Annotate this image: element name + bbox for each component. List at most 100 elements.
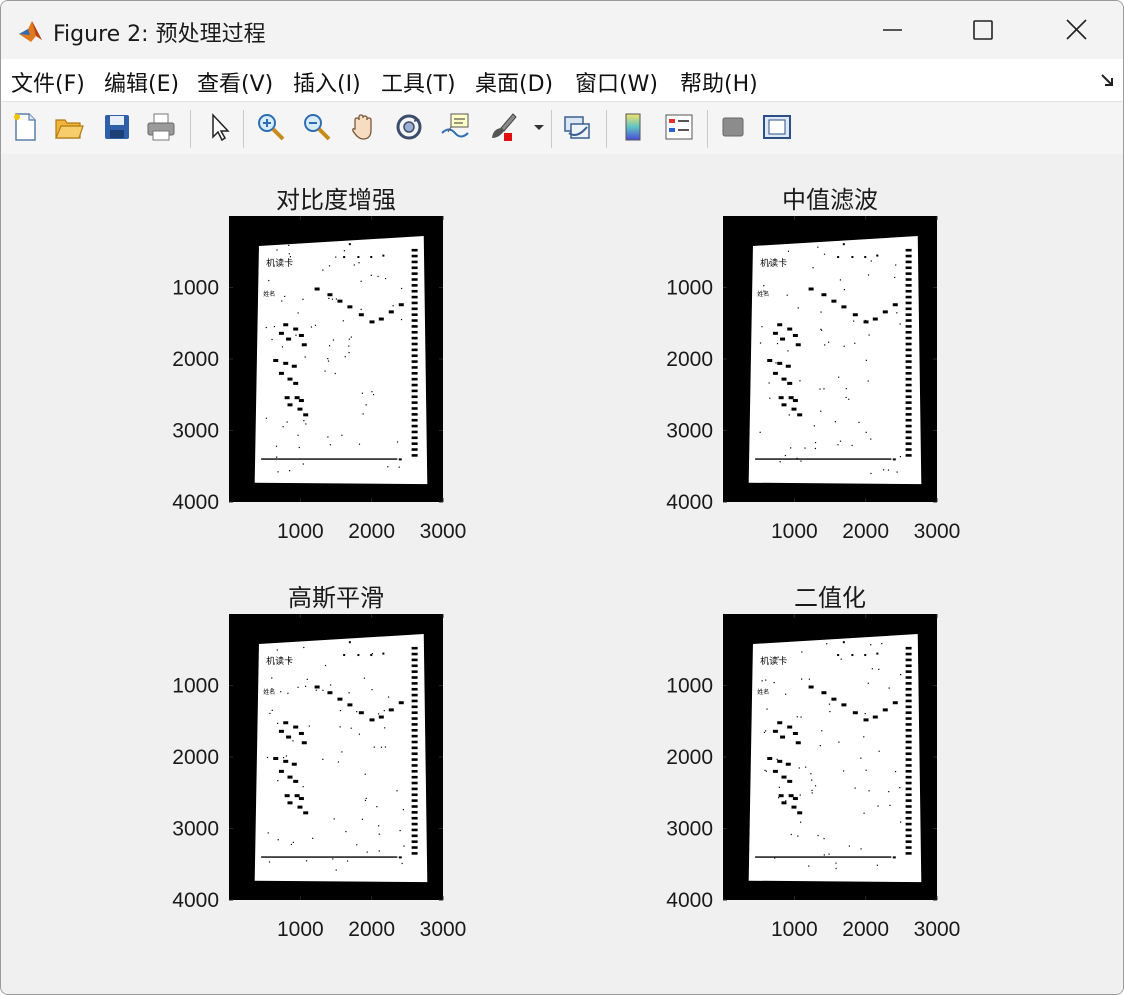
data-cursor-icon [441,113,469,138]
header-mark [343,654,346,657]
timing-mark [411,284,418,287]
zoom-out-button[interactable] [299,108,335,146]
noise-dot [800,460,802,462]
noise-dot [840,658,842,660]
noise-dot [373,746,375,748]
open-file-button[interactable] [51,108,87,146]
y-tick-label: 2000 [172,348,219,371]
header-mark [357,654,360,657]
menu-edit[interactable]: 编辑(E) [104,66,179,98]
answer-mark [852,711,858,715]
subplot-median-filter[interactable]: 中值滤波 机读卡 姓名 1000 2000 3000 4000 1000 2000 3000 [495,154,1055,564]
answer-mark [347,305,353,309]
noise-dot [271,709,273,711]
timing-mark [905,354,912,358]
pan-button[interactable] [345,108,381,146]
insert-legend-button[interactable] [661,108,697,146]
noise-dot [854,342,856,344]
answer-mark [327,691,333,695]
noise-dot [297,686,299,688]
maximize-button[interactable] [937,1,1029,59]
noise-dot [776,758,778,760]
edit-plot-button[interactable] [201,108,237,146]
rule-dot [892,458,896,461]
noise-dot [265,326,267,329]
noise-dot [332,339,335,341]
noise-dot [829,710,831,713]
answer-mark [787,381,793,385]
open-file-icon [55,119,84,139]
timing-mark [905,278,912,281]
noise-dot [826,643,828,645]
show-plot-tools-button[interactable] [759,108,795,146]
hide-plot-tools-button[interactable] [715,108,751,146]
noise-dot [868,790,870,792]
noise-dot [365,404,367,406]
insert-colorbar-button[interactable] [615,108,651,146]
rotate-3d-button[interactable] [391,108,427,146]
print-button[interactable] [143,108,179,146]
new-figure-button[interactable] [7,108,43,146]
x-tick-label: 2000 [348,520,395,543]
menu-insert[interactable]: 插入(I) [293,66,361,98]
menu-window[interactable]: 窗口(W) [575,66,658,98]
noise-dot [398,466,400,468]
noise-dot [276,649,278,651]
timing-mark [905,746,912,750]
noise-dot [896,471,898,473]
minimize-button[interactable] [847,1,939,59]
menu-tools[interactable]: 工具(T) [381,66,456,98]
answer-mark [841,703,847,707]
header-mark [842,641,845,644]
zoom-in-icon [258,114,285,141]
link-plot-button[interactable] [559,108,595,146]
save-button[interactable] [99,108,135,146]
pan-hand-icon [352,114,372,140]
noise-dot [378,825,380,827]
noise-dot [788,414,790,416]
noise-dot [360,280,362,282]
title-bar[interactable]: Figure 2: 预处理过程 [1,1,1123,59]
noise-dot [800,716,802,718]
noise-dot [851,444,853,447]
timing-mark [411,442,418,445]
noise-dot [899,674,902,676]
noise-dot [843,770,845,772]
menu-help[interactable]: 帮助(H) [680,66,758,98]
noise-dot [366,851,368,853]
noise-dot [335,869,337,871]
noise-dot [271,677,273,679]
menu-view[interactable]: 查看(V) [197,66,273,98]
answer-mark [293,327,299,331]
answer-mark [792,797,798,801]
timing-mark [411,652,418,656]
noise-dot [796,457,798,459]
answer-mark [293,725,299,729]
timing-mark [411,260,418,264]
noise-dot [341,434,343,436]
menu-file[interactable]: 文件(F) [11,66,85,98]
subplot-contrast-enhancement[interactable]: 对比度增强 机读卡 姓名 1000 2000 3000 4000 1000 2000 3000 [1,154,561,564]
brush-button[interactable] [485,108,521,146]
noise-dot [785,800,787,802]
dock-arrow-icon[interactable] [1097,69,1119,91]
answer-mark [278,729,284,733]
close-button[interactable] [1031,1,1123,59]
data-cursor-button[interactable] [437,108,473,146]
menu-desktop[interactable]: 桌面(D) [475,66,553,98]
answer-mark [298,731,304,735]
zoom-in-button[interactable] [253,108,289,146]
noise-dot [817,246,819,248]
timing-mark [905,646,912,650]
answer-mark [291,364,297,368]
header-mark [851,654,854,657]
noise-dot [821,730,823,732]
y-tick-label: 1000 [666,675,713,698]
timing-mark [905,442,912,445]
brush-dropdown-button[interactable] [529,108,545,146]
answer-mark [787,327,793,331]
answer-mark [337,697,343,701]
subplot-gaussian-smoothing[interactable]: 高斯平滑 机读卡 姓名 1000 2000 3000 4000 1000 2000 3000 [1,552,561,962]
noise-dot [860,848,862,850]
subplot-binarization[interactable]: 二值化 机读卡 姓名 1000 2000 3000 4000 1000 2000 3000 [495,552,1055,962]
